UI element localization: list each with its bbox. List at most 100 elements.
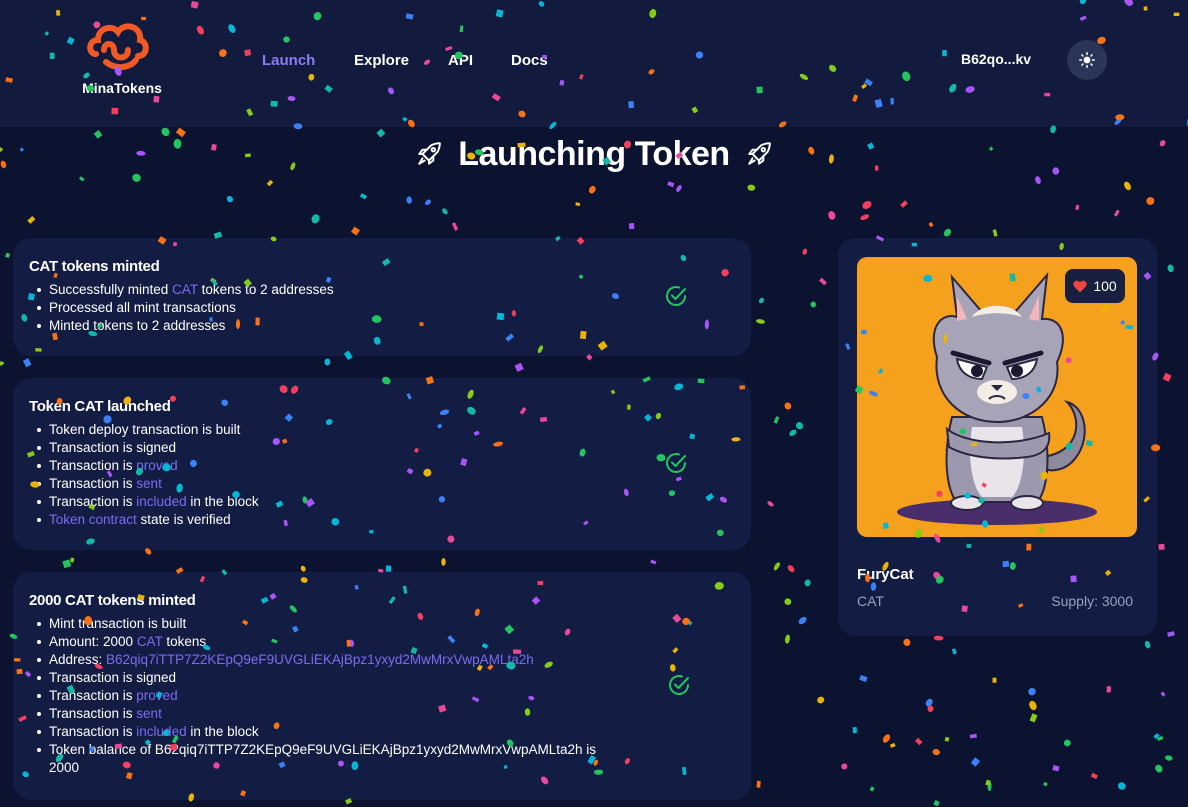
confetti-piece (385, 565, 392, 572)
token-card[interactable]: 100 FuryCat CAT Supply: 3000 (838, 238, 1157, 636)
confetti-piece (862, 201, 872, 209)
heart-icon (1073, 280, 1087, 292)
list-item: Transaction is included in the block (29, 493, 735, 511)
confetti-piece (1052, 765, 1060, 772)
list-item: Transaction is signed (29, 669, 735, 687)
confetti-piece (925, 698, 933, 707)
confetti-piece (1155, 764, 1163, 773)
list-item: Token contract state is verified (29, 511, 735, 529)
confetti-piece (514, 362, 524, 372)
token-name: FuryCat (857, 566, 914, 583)
confetti-piece (773, 562, 780, 571)
confetti-piece (1090, 772, 1098, 780)
status-card-tokens-minted-2000: 2000 CAT tokens minted Mint transaction … (13, 572, 751, 800)
status-card-token-launched: Token CAT launched Token deploy transact… (13, 378, 751, 550)
confetti-piece (22, 358, 32, 368)
confetti-piece (1075, 204, 1080, 211)
list-item: Amount: 2000 CAT tokens (29, 633, 735, 651)
confetti-piece (970, 757, 981, 767)
confetti-piece (451, 222, 459, 231)
confetti-piece (406, 196, 412, 204)
confetti-piece (441, 558, 446, 566)
confetti-piece (932, 749, 940, 756)
sun-icon (1079, 52, 1095, 68)
confetti-piece (860, 214, 870, 221)
confetti-piece (795, 422, 804, 430)
token-symbol: CAT (857, 593, 884, 609)
status-list: Mint transaction is built Amount: 2000 C… (29, 615, 735, 777)
confetti-piece (1165, 755, 1173, 761)
confetti-piece (869, 786, 875, 792)
address-link[interactable]: B62qiq7iTTP7Z2KEpQ9eF9UVGLiEKAjBpz1yxyd2… (106, 652, 534, 667)
confetti-piece (1117, 782, 1126, 790)
page-title-row: Launching Token (0, 131, 1188, 177)
confetti-piece (747, 184, 756, 191)
confetti-piece (5, 252, 11, 258)
brand-name: MinaTokens (82, 80, 162, 96)
list-item: Transaction is included in the block (29, 723, 735, 741)
confetti-piece (1146, 197, 1155, 205)
likes-count: 100 (1093, 278, 1117, 294)
confetti-piece (933, 635, 944, 641)
list-item: Mint transaction is built (29, 615, 735, 633)
confetti-piece (70, 557, 75, 563)
confetti-piece (575, 202, 581, 207)
nav-api[interactable]: API (448, 52, 473, 69)
confetti-piece (928, 221, 934, 228)
likes-button[interactable]: 100 (1065, 269, 1125, 303)
confetti-piece (933, 800, 940, 807)
confetti-piece (1029, 700, 1037, 711)
list-item: Token deploy transaction is built (29, 421, 735, 439)
confetti-piece (951, 648, 957, 655)
list-item: Transaction is sent (29, 475, 735, 493)
list-item: Transaction is proved (29, 687, 735, 705)
nav-docs[interactable]: Docs (511, 52, 548, 69)
check-circle-icon (666, 286, 686, 306)
confetti-piece (359, 193, 367, 200)
confetti-piece (804, 579, 811, 587)
confetti-piece (987, 781, 992, 792)
confetti-piece (758, 297, 765, 304)
list-item: Successfully minted CAT tokens to 2 addr… (29, 281, 735, 299)
confetti-piece (889, 742, 896, 748)
check-circle-icon (666, 453, 686, 473)
confetti-piece (852, 727, 857, 734)
confetti-piece (841, 763, 848, 770)
card-title: 2000 CAT tokens minted (29, 592, 196, 609)
list-item: Address: B62qiq7iTTP7Z2KEpQ9eF9UVGLiEKAj… (29, 651, 735, 669)
confetti-piece (1167, 631, 1175, 637)
confetti-piece (1063, 739, 1071, 747)
confetti-piece (810, 301, 817, 308)
top-header: MinaTokens Launch Explore API Docs B62qo… (0, 0, 1188, 127)
confetti-piece (944, 736, 950, 742)
confetti-piece (817, 696, 825, 704)
confetti-piece (1029, 713, 1038, 723)
confetti-piece (900, 200, 908, 208)
confetti-piece (1156, 735, 1164, 742)
confetti-piece (927, 705, 934, 712)
theme-toggle-button[interactable] (1067, 40, 1107, 80)
confetti-piece (859, 675, 868, 682)
confetti-piece (903, 638, 911, 646)
confetti-piece (1158, 543, 1165, 551)
brand-logo[interactable]: MinaTokens (70, 14, 170, 104)
confetti-piece (79, 176, 85, 182)
confetti-piece (914, 737, 923, 746)
confetti-piece (992, 229, 998, 237)
check-circle-icon (669, 675, 689, 695)
list-item: Minted tokens to 2 addresses (29, 317, 735, 335)
page-title: Launching Token (458, 134, 730, 173)
confetti-piece (819, 277, 827, 286)
wallet-address-button[interactable]: B62qo...kv (961, 51, 1031, 67)
nav-launch[interactable]: Launch (262, 52, 315, 69)
confetti-piece (787, 565, 795, 573)
rocket-icon (747, 142, 771, 165)
confetti-piece (226, 195, 233, 203)
confetti-piece (650, 559, 657, 565)
token-supply: Supply: 3000 (1051, 593, 1133, 609)
confetti-piece (62, 559, 72, 569)
confetti-piece (785, 634, 790, 644)
cloud-logo-icon (87, 23, 149, 70)
confetti-piece (756, 319, 765, 324)
nav-explore[interactable]: Explore (354, 52, 409, 69)
